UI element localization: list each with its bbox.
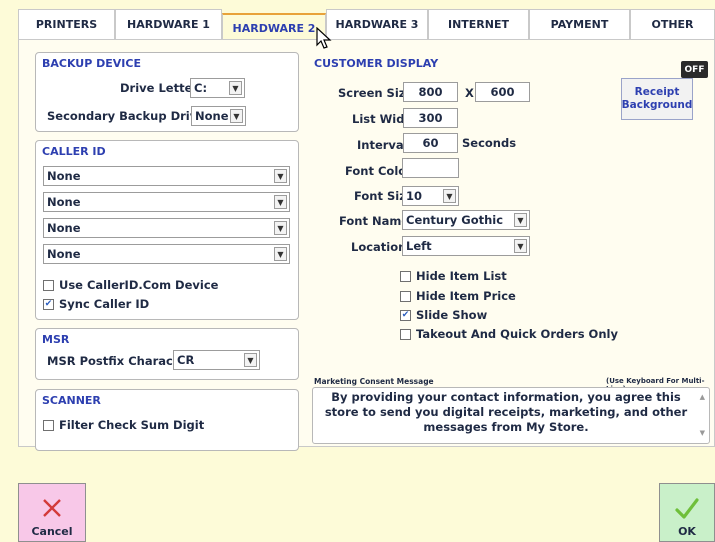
scroll-down-icon[interactable]: ▼ <box>700 426 705 441</box>
tab-bar: PRINTERS HARDWARE 1 HARDWARE 2 HARDWARE … <box>18 9 715 41</box>
tab-hardware-1[interactable]: HARDWARE 1 <box>115 9 222 39</box>
chevron-down-icon[interactable]: ▼ <box>274 195 287 209</box>
customer-display-title: CUSTOMER DISPLAY <box>314 57 439 70</box>
sync-caller-id-label: Sync Caller ID <box>59 297 150 311</box>
backup-device-title: BACKUP DEVICE <box>42 57 141 70</box>
secondary-backup-value: None <box>195 109 229 123</box>
slide-show-checkbox[interactable]: ✔ Slide Show <box>400 308 487 322</box>
checkbox-checked-icon[interactable]: ✔ <box>400 309 411 321</box>
chevron-down-icon[interactable]: ▼ <box>274 247 287 261</box>
msr-title: MSR <box>42 333 70 346</box>
cancel-button-label: Cancel <box>31 525 73 538</box>
tab-hardware-2[interactable]: HARDWARE 2 <box>222 13 326 41</box>
scroll-up-icon[interactable]: ▲ <box>700 390 705 405</box>
slide-show-label: Slide Show <box>416 308 488 322</box>
chevron-down-icon[interactable]: ▼ <box>514 213 527 227</box>
screen-width-input[interactable]: 800 <box>403 82 458 102</box>
list-width-input[interactable]: 300 <box>403 108 458 128</box>
close-icon <box>43 499 61 517</box>
msr-postfix-value: CR <box>177 353 195 367</box>
secondary-backup-select[interactable]: None ▼ <box>191 106 246 126</box>
marketing-consent-message: By providing your contact information, y… <box>324 390 688 434</box>
interval-label: Interval <box>357 138 408 152</box>
chevron-down-icon[interactable]: ▼ <box>229 81 242 95</box>
caller-id-line-3-select[interactable]: None ▼ <box>43 218 290 238</box>
marketing-consent-textarea[interactable]: By providing your contact information, y… <box>312 387 710 444</box>
receipt-background-button[interactable]: Receipt Background <box>621 78 693 120</box>
customer-display-status-badge[interactable]: OFF <box>681 61 708 78</box>
ok-button[interactable]: OK <box>659 483 715 542</box>
checkbox-unchecked-icon[interactable] <box>43 419 54 431</box>
caller-id-line-2-select[interactable]: None ▼ <box>43 192 290 212</box>
checkbox-unchecked-icon[interactable] <box>400 290 411 302</box>
screen-size-label: Screen Size <box>338 86 414 100</box>
location-label: Location <box>351 240 407 254</box>
mouse-cursor-icon <box>316 27 332 49</box>
tab-other[interactable]: OTHER <box>630 9 715 39</box>
hide-item-list-checkbox[interactable]: Hide Item List <box>400 269 507 283</box>
cancel-button[interactable]: Cancel <box>18 483 86 542</box>
filter-check-sum-label: Filter Check Sum Digit <box>59 418 205 432</box>
chevron-down-icon[interactable]: ▼ <box>274 221 287 235</box>
chevron-down-icon[interactable]: ▼ <box>244 353 257 367</box>
checkbox-unchecked-icon[interactable] <box>400 328 411 340</box>
location-value: Left <box>406 239 432 253</box>
chevron-down-icon[interactable]: ▼ <box>230 109 243 123</box>
caller-id-line-3-value: None <box>47 221 81 235</box>
caller-id-line-4-value: None <box>47 247 81 261</box>
caller-id-line-1-select[interactable]: None ▼ <box>43 166 290 186</box>
use-callerid-com-label: Use CallerID.Com Device <box>59 278 219 292</box>
filter-check-sum-checkbox[interactable]: Filter Check Sum Digit <box>43 418 204 432</box>
caller-id-line-1-value: None <box>47 169 81 183</box>
takeout-quick-orders-label: Takeout And Quick Orders Only <box>416 327 618 341</box>
seconds-label: Seconds <box>462 136 517 150</box>
font-size-select[interactable]: 10 ▼ <box>402 186 459 206</box>
marketing-consent-label: Marketing Consent Message <box>314 377 434 386</box>
caller-id-title: CALLER ID <box>42 145 106 158</box>
receipt-background-line1: Receipt <box>634 86 680 98</box>
location-select[interactable]: Left ▼ <box>402 236 530 256</box>
checkbox-checked-icon[interactable]: ✔ <box>43 298 54 310</box>
hide-item-price-label: Hide Item Price <box>416 289 516 303</box>
font-name-value: Century Gothic <box>406 213 504 227</box>
hide-item-list-label: Hide Item List <box>416 269 507 283</box>
hide-item-price-checkbox[interactable]: Hide Item Price <box>400 289 516 303</box>
drive-letter-select[interactable]: C: ▼ <box>190 78 245 98</box>
font-color-input[interactable] <box>402 158 459 178</box>
tab-payment[interactable]: PAYMENT <box>529 9 630 39</box>
tab-internet[interactable]: INTERNET <box>428 9 529 39</box>
scanner-title: SCANNER <box>42 394 101 407</box>
secondary-backup-label: Secondary Backup Drive: <box>47 109 210 123</box>
checkmark-icon <box>675 498 699 519</box>
checkbox-unchecked-icon[interactable] <box>400 270 411 282</box>
drive-letter-value: C: <box>194 81 208 95</box>
screen-height-input[interactable]: 600 <box>475 82 530 102</box>
chevron-down-icon[interactable]: ▼ <box>514 239 527 253</box>
font-name-select[interactable]: Century Gothic ▼ <box>402 210 530 230</box>
font-size-value: 10 <box>406 189 423 203</box>
screen-size-x-label: X <box>465 86 474 100</box>
ok-button-label: OK <box>678 525 696 538</box>
msr-postfix-select[interactable]: CR ▼ <box>173 350 260 370</box>
tab-printers[interactable]: PRINTERS <box>18 9 115 39</box>
sync-caller-id-checkbox[interactable]: ✔ Sync Caller ID <box>43 297 149 311</box>
font-name-label: Font Name <box>339 214 410 228</box>
takeout-quick-orders-checkbox[interactable]: Takeout And Quick Orders Only <box>400 327 618 341</box>
use-callerid-com-checkbox[interactable]: Use CallerID.Com Device <box>43 278 218 292</box>
chevron-down-icon[interactable]: ▼ <box>274 169 287 183</box>
receipt-background-line2: Background <box>621 99 693 111</box>
checkbox-unchecked-icon[interactable] <box>43 279 54 291</box>
caller-id-line-2-value: None <box>47 195 81 209</box>
caller-id-line-4-select[interactable]: None ▼ <box>43 244 290 264</box>
interval-input[interactable]: 60 <box>403 133 458 153</box>
chevron-down-icon[interactable]: ▼ <box>443 189 456 203</box>
tab-hardware-3[interactable]: HARDWARE 3 <box>326 9 428 39</box>
